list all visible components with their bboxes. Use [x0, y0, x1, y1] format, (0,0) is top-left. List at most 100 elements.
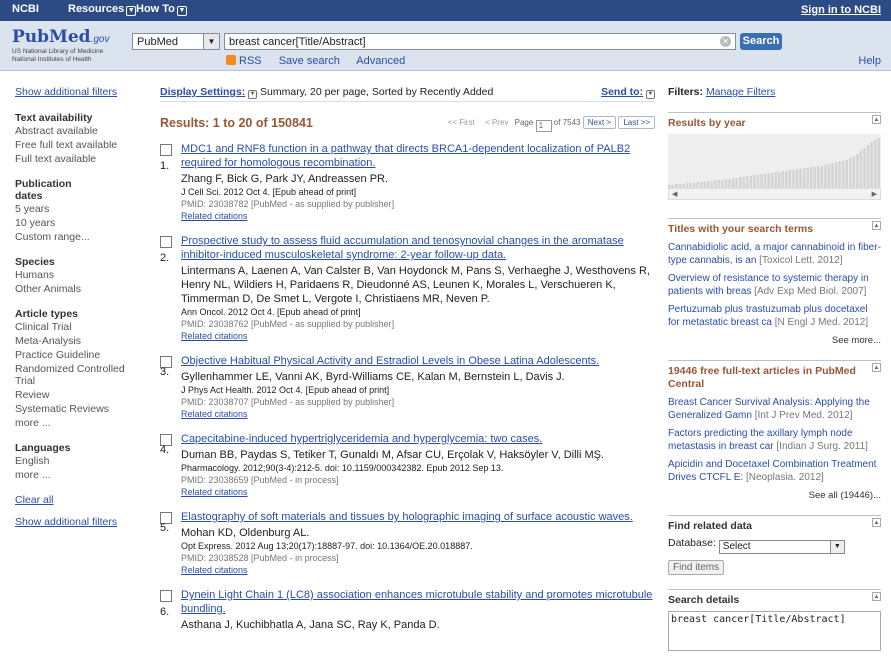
year-bar[interactable]: [781, 171, 785, 188]
year-bar[interactable]: [831, 163, 834, 188]
filter-item[interactable]: Practice Guideline: [15, 348, 140, 362]
year-bar[interactable]: [824, 165, 827, 188]
filter-item[interactable]: 10 years: [15, 216, 140, 230]
manage-filters-link[interactable]: Manage Filters: [706, 86, 775, 98]
filter-item[interactable]: Clinical Trial: [15, 320, 140, 334]
filter-item[interactable]: Other Animals: [15, 282, 140, 296]
send-to-menu[interactable]: Send to: ▼: [601, 86, 655, 99]
year-bar[interactable]: [877, 138, 880, 188]
search-details-textarea[interactable]: breast cancer[Title/Abstract]: [668, 611, 881, 651]
year-bar[interactable]: [806, 168, 809, 188]
year-bar[interactable]: [756, 175, 760, 188]
year-bar[interactable]: [849, 158, 852, 188]
year-bar[interactable]: [795, 169, 799, 188]
filter-item[interactable]: Abstract available: [15, 124, 140, 138]
clear-all-link[interactable]: Clear all: [15, 494, 140, 506]
scroll-right-icon[interactable]: ▶: [872, 190, 877, 198]
year-bar[interactable]: [859, 151, 863, 188]
title-suggestion[interactable]: Cannabidiolic acid, a major cannabinoid …: [668, 242, 881, 267]
filter-item[interactable]: Custom range...: [15, 230, 140, 244]
result-checkbox[interactable]: [160, 590, 172, 602]
filter-item[interactable]: Full text available: [15, 152, 140, 166]
year-bar[interactable]: [774, 172, 778, 188]
result-title-link[interactable]: MDC1 and RNF8 function in a pathway that…: [181, 142, 655, 170]
year-bar[interactable]: [870, 142, 873, 188]
year-bar[interactable]: [728, 179, 731, 188]
find-items-button[interactable]: Find items: [668, 560, 725, 575]
related-citations-link[interactable]: Related citations: [181, 408, 655, 420]
chart-scrollbar[interactable]: ◀ ▶: [668, 188, 881, 200]
pubmed-logo[interactable]: PubMed.gov US National Library of Medici…: [12, 27, 122, 64]
prev-page-button[interactable]: < Prev: [481, 117, 512, 128]
related-citations-link[interactable]: Related citations: [181, 564, 655, 576]
year-bar[interactable]: [841, 161, 845, 188]
year-bar[interactable]: [866, 145, 870, 188]
title-suggestion[interactable]: Overview of resistance to systemic thera…: [668, 273, 881, 298]
year-chart[interactable]: [668, 134, 881, 188]
year-bar[interactable]: [856, 154, 859, 188]
result-title-link[interactable]: Prospective study to assess fluid accumu…: [181, 234, 655, 262]
collapse-icon[interactable]: ▲: [872, 592, 881, 601]
filter-item[interactable]: Review: [15, 388, 140, 402]
filter-more-link[interactable]: more ...: [15, 416, 140, 430]
title-suggestion[interactable]: Pertuzumab plus trastuzumab plus docetax…: [668, 304, 881, 329]
year-bar[interactable]: [778, 172, 781, 188]
related-citations-link[interactable]: Related citations: [181, 330, 655, 342]
year-bar[interactable]: [785, 171, 788, 188]
database-select[interactable]: PubMed ▼: [132, 33, 220, 50]
save-search-link[interactable]: Save search: [279, 55, 340, 67]
search-button[interactable]: Search: [740, 33, 782, 50]
rss-link[interactable]: RSS: [239, 55, 262, 67]
howto-menu[interactable]: How To ▼: [136, 3, 187, 16]
see-all-link[interactable]: See all (19446)...: [668, 490, 881, 501]
year-bar[interactable]: [746, 176, 749, 188]
year-bar[interactable]: [753, 175, 756, 188]
advanced-link[interactable]: Advanced: [356, 55, 405, 67]
year-bar[interactable]: [735, 178, 738, 188]
year-bar[interactable]: [813, 167, 817, 188]
clear-icon[interactable]: ✕: [720, 36, 731, 47]
year-bar[interactable]: [838, 162, 841, 188]
year-bar[interactable]: [760, 174, 763, 188]
year-bar[interactable]: [724, 179, 728, 188]
search-input[interactable]: breast cancer[Title/Abstract] ✕: [224, 33, 736, 50]
year-bar[interactable]: [714, 180, 717, 188]
year-bar[interactable]: [802, 168, 806, 188]
filter-item[interactable]: Randomized Controlled Trial: [15, 363, 140, 387]
year-bar[interactable]: [710, 181, 714, 188]
result-title-link[interactable]: Objective Habitual Physical Activity and…: [181, 354, 655, 368]
collapse-icon[interactable]: ▲: [872, 115, 881, 124]
year-bar[interactable]: [852, 156, 856, 188]
filter-more-link[interactable]: more ...: [15, 468, 140, 482]
related-database-select[interactable]: Select ▼: [718, 540, 845, 554]
year-bar[interactable]: [721, 180, 724, 188]
year-bar[interactable]: [845, 160, 849, 188]
year-bar[interactable]: [834, 162, 838, 188]
filter-item[interactable]: Free full text available: [15, 138, 140, 152]
year-bar[interactable]: [799, 169, 802, 188]
see-more-link[interactable]: See more...: [668, 335, 881, 346]
show-additional-filters-link-bottom[interactable]: Show additional filters: [15, 516, 140, 528]
collapse-icon[interactable]: ▲: [872, 363, 881, 372]
rss-icon[interactable]: [226, 55, 236, 65]
year-bar[interactable]: [717, 180, 721, 188]
show-additional-filters-link[interactable]: Show additional filters: [15, 86, 140, 98]
ncbi-logo[interactable]: NCBI: [12, 3, 39, 15]
year-bar[interactable]: [863, 148, 866, 188]
year-bar[interactable]: [731, 178, 735, 188]
year-bar[interactable]: [770, 173, 774, 188]
year-bar[interactable]: [810, 167, 813, 188]
resources-menu[interactable]: Resources ▼: [68, 3, 137, 16]
last-page-button[interactable]: Last >>: [618, 116, 655, 129]
result-checkbox[interactable]: [160, 144, 172, 156]
display-settings-link[interactable]: Display Settings:: [160, 86, 245, 98]
year-bar[interactable]: [827, 164, 831, 188]
year-bar[interactable]: [739, 177, 742, 188]
year-bar[interactable]: [749, 176, 753, 188]
first-page-button[interactable]: << First: [444, 117, 479, 128]
year-bar[interactable]: [820, 166, 824, 188]
next-page-button[interactable]: Next >: [582, 116, 617, 129]
free-article[interactable]: Factors predicting the axillary lymph no…: [668, 428, 881, 453]
filter-item[interactable]: Systematic Reviews: [15, 402, 140, 416]
free-article[interactable]: Apicidin and Docetaxel Combination Treat…: [668, 459, 881, 484]
